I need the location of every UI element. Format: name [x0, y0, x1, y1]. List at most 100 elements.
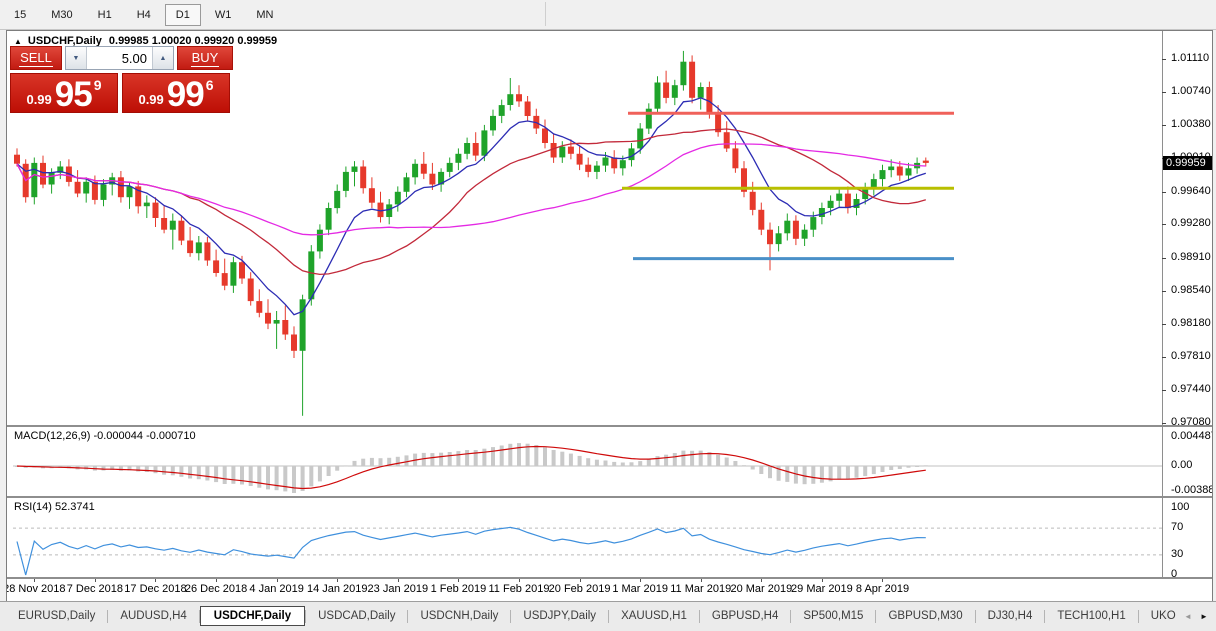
timeframe-toolbar: 15M30H1H4D1W1MN — [0, 0, 1216, 30]
sell-button[interactable]: SELL — [10, 46, 62, 70]
macd-indicator-label: MACD(12,26,9) -0.000044 -0.000710 — [14, 430, 196, 442]
date-axis-label: 20 Mar 2019 — [730, 583, 792, 595]
price-axis-label: 0.98180 — [1171, 317, 1211, 329]
rsi-axis-label: 30 — [1171, 548, 1183, 560]
symbol-tab-eurusd[interactable]: EURUSD,Daily — [6, 607, 107, 625]
price-axis-label: 0.99640 — [1171, 185, 1211, 197]
current-price-value: 0.99959 — [1166, 157, 1206, 169]
symbol-tab-usdjpy[interactable]: USDJPY,Daily — [511, 607, 608, 625]
timeframe-button-d1[interactable]: D1 — [165, 4, 201, 26]
symbol-tab-audusd[interactable]: AUDUSD,H4 — [108, 607, 198, 625]
price-axis-label: 0.98540 — [1171, 284, 1211, 296]
date-axis-label: 23 Jan 2019 — [368, 583, 429, 595]
symbol-tab-usdchf[interactable]: USDCHF,Daily — [200, 606, 305, 626]
bid-quote-button[interactable]: 0.99 959 — [10, 73, 118, 113]
date-axis-label: 28 Nov 2018 — [6, 583, 65, 595]
chart-window: ▲USDCHF,Daily0.99985 1.00020 0.99920 0.9… — [6, 30, 1213, 602]
price-axis-tick — [1162, 423, 1166, 424]
volume-increase-button[interactable]: ▲ — [152, 47, 173, 69]
timeframe-button-h1[interactable]: H1 — [87, 4, 123, 26]
symbol-tab-gbpusd[interactable]: GBPUSD,M30 — [876, 607, 974, 625]
buy-button[interactable]: BUY — [177, 46, 233, 70]
price-axis-tick — [1162, 92, 1166, 93]
volume-decrease-button[interactable]: ▼ — [66, 47, 87, 69]
date-axis-tick — [701, 579, 702, 582]
symbol-tab-gbpusd[interactable]: GBPUSD,H4 — [700, 607, 790, 625]
symbol-tab-tech100[interactable]: TECH100,H1 — [1045, 607, 1137, 625]
price-axis-tick — [1162, 59, 1166, 60]
date-axis-label: 1 Feb 2019 — [431, 583, 487, 595]
rsi-indicator-label: RSI(14) 52.3741 — [14, 501, 95, 513]
macd-axis-label: 0.00 — [1171, 459, 1192, 471]
current-price-tag: 0.99959 — [1163, 156, 1213, 170]
ma-line-20 — [17, 129, 926, 274]
date-axis-tick — [458, 579, 459, 582]
price-axis-label: 0.97810 — [1171, 350, 1211, 362]
price-axis-tick — [1162, 125, 1166, 126]
date-axis-label: 20 Feb 2019 — [549, 583, 611, 595]
date-axis-tick — [277, 579, 278, 582]
timeframe-button-15[interactable]: 15 — [3, 4, 37, 26]
timeframe-button-mn[interactable]: MN — [245, 4, 284, 26]
price-axis-tick — [1162, 258, 1166, 259]
ask-price-pip: 6 — [206, 77, 214, 93]
date-axis-label: 4 Jan 2019 — [249, 583, 303, 595]
one-click-trade-panel: SELL ▼ ▲ BUY 0.99 959 0.99 996 — [10, 46, 233, 113]
symbol-tab-uko[interactable]: UKO — [1139, 607, 1178, 625]
date-axis-tick — [155, 579, 156, 582]
date-axis-tick — [216, 579, 217, 582]
date-axis-tick — [34, 579, 35, 582]
date-axis-tick — [95, 579, 96, 582]
date-axis-label: 29 Mar 2019 — [791, 583, 853, 595]
bid-price-prefix: 0.99 — [26, 93, 51, 106]
date-axis-tick — [580, 579, 581, 582]
price-axis-label: 1.00740 — [1171, 85, 1211, 97]
symbol-tab-sp500[interactable]: SP500,M15 — [791, 607, 875, 625]
rsi-axis-label: 0 — [1171, 568, 1177, 580]
symbol-tab-usdcnh[interactable]: USDCNH,Daily — [408, 607, 510, 625]
price-axis-label: 1.00380 — [1171, 118, 1211, 130]
date-axis-label: 7 Dec 2018 — [67, 583, 123, 595]
date-axis-label: 11 Feb 2019 — [489, 583, 550, 595]
macd-histogram — [15, 443, 928, 493]
bid-price-pip: 9 — [94, 77, 102, 93]
date-axis-label: 17 Dec 2018 — [124, 583, 186, 595]
symbol-tab-usdcad[interactable]: USDCAD,Daily — [306, 607, 407, 625]
chart-canvas — [7, 31, 1212, 599]
volume-input[interactable] — [87, 47, 152, 69]
price-axis-tick — [1162, 291, 1166, 292]
rsi-line — [17, 527, 926, 575]
date-axis-tick — [822, 579, 823, 582]
ask-quote-button[interactable]: 0.99 996 — [122, 73, 230, 113]
bid-price-big: 95 — [55, 81, 92, 109]
buy-button-label: BUY — [191, 50, 220, 67]
date-axis-tick — [398, 579, 399, 582]
symbol-tab-xauusd[interactable]: XAUUSD,H1 — [609, 607, 699, 625]
price-axis-tick — [1162, 390, 1166, 391]
price-axis-label: 0.97440 — [1171, 383, 1211, 395]
collapse-triangle-icon[interactable]: ▲ — [14, 37, 22, 46]
sell-button-label: SELL — [19, 50, 53, 67]
arrow-up-icon: ▲ — [160, 55, 167, 62]
date-axis-label: 1 Mar 2019 — [612, 583, 668, 595]
toolbar-separator — [545, 2, 546, 26]
symbol-tab-dj30[interactable]: DJ30,H4 — [976, 607, 1045, 625]
ask-price-prefix: 0.99 — [138, 93, 163, 106]
timeframe-button-h4[interactable]: H4 — [126, 4, 162, 26]
date-axis-tick — [519, 579, 520, 582]
trading-terminal: 15M30H1H4D1W1MN ▲USDCHF,Daily0.99985 1.0… — [0, 0, 1216, 630]
date-axis-label: 11 Mar 2019 — [670, 583, 731, 595]
price-axis-tick — [1162, 357, 1166, 358]
timeframe-button-m30[interactable]: M30 — [40, 4, 83, 26]
timeframe-button-w1[interactable]: W1 — [204, 4, 243, 26]
tabs-scroll-left-button[interactable]: ◄ — [1180, 609, 1196, 624]
symbol-tab-strip: EURUSD,DailyAUDUSD,H4USDCHF,DailyUSDCAD,… — [6, 604, 1178, 628]
price-axis-label: 0.98910 — [1171, 251, 1211, 263]
ask-price-big: 99 — [167, 81, 204, 109]
date-axis-label: 14 Jan 2019 — [307, 583, 368, 595]
price-axis-tick — [1162, 192, 1166, 193]
tabs-scroll-right-button[interactable]: ► — [1196, 609, 1212, 624]
rsi-axis-label: 100 — [1171, 501, 1189, 513]
price-axis-tick — [1162, 324, 1166, 325]
date-axis-tick — [337, 579, 338, 582]
